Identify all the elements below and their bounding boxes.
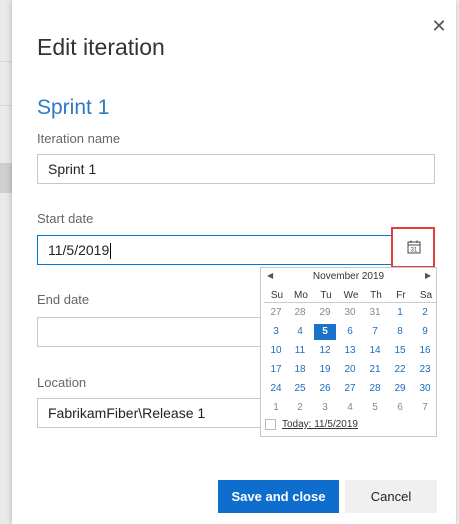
start-date-input[interactable]: 11/5/2019 [37, 235, 393, 265]
location-value: FabrikamFiber\Release 1 [48, 405, 206, 421]
calendar-month-label: November 2019 [312, 271, 385, 282]
weekday-label: Su [270, 290, 284, 301]
calendar-icon: 31 [407, 240, 421, 254]
calendar-day[interactable]: 29 [389, 381, 411, 397]
iteration-name-input[interactable]: Sprint 1 [37, 154, 435, 184]
location-label: Location [37, 375, 87, 390]
today-link[interactable]: Today: 11/5/2019 [282, 419, 358, 430]
calendar-day[interactable]: 20 [339, 362, 361, 378]
weekday-label: Mo [294, 290, 308, 301]
calendar-day[interactable]: 24 [265, 381, 287, 397]
weekday-header-row: Su Mo Tu We Th Fr Sa [264, 288, 436, 303]
close-icon[interactable]: ✕ [430, 17, 448, 35]
calendar-day[interactable]: 28 [289, 305, 311, 321]
calendar-day[interactable]: 4 [339, 400, 361, 416]
calendar-day[interactable]: 6 [389, 400, 411, 416]
calendar-day[interactable]: 21 [364, 362, 386, 378]
weekday-label: We [343, 290, 359, 301]
calendar-day[interactable]: 28 [364, 381, 386, 397]
calendar-day[interactable]: 3 [314, 400, 336, 416]
calendar-day[interactable]: 1 [265, 400, 287, 416]
weekday-label: Tu [320, 290, 332, 301]
start-date-value: 11/5/2019 [48, 242, 110, 258]
background-divider [0, 105, 12, 106]
calendar-day[interactable]: 18 [289, 362, 311, 378]
calendar-day[interactable]: 30 [414, 381, 436, 397]
calendar-day[interactable]: 11 [289, 343, 311, 359]
calendar-day-selected[interactable]: 5 [314, 324, 336, 340]
edit-iteration-dialog: ✕ Edit iteration Sprint 1 Iteration name… [12, 0, 456, 524]
calendar-day[interactable]: 9 [414, 324, 436, 340]
weekday-label: Th [370, 290, 382, 301]
save-and-close-button[interactable]: Save and close [218, 480, 339, 513]
start-date-label: Start date [37, 211, 94, 226]
weekday-label: Sa [419, 290, 433, 301]
calendar-day[interactable]: 6 [339, 324, 361, 340]
calendar-day[interactable]: 8 [389, 324, 411, 340]
calendar-day[interactable]: 12 [314, 343, 336, 359]
cancel-button[interactable]: Cancel [345, 480, 437, 513]
calendar-day[interactable]: 29 [314, 305, 336, 321]
text-cursor [110, 243, 112, 260]
calendar-day[interactable]: 13 [339, 343, 361, 359]
calendar-icon-number: 31 [411, 248, 418, 254]
calendar-day[interactable]: 7 [364, 324, 386, 340]
calendar-day[interactable]: 19 [314, 362, 336, 378]
calendar-day[interactable]: 2 [289, 400, 311, 416]
date-picker-popup: ◀ November 2019 ▶ Su Mo Tu We Th Fr Sa 27 28 29 3… [260, 267, 437, 437]
iteration-heading: Sprint 1 [37, 96, 110, 119]
calendar-day[interactable]: 30 [339, 305, 361, 321]
calendar-day[interactable]: 10 [265, 343, 287, 359]
background-block [0, 163, 12, 193]
calendar-picker-button[interactable]: 31 [391, 227, 435, 268]
calendar-day[interactable]: 15 [389, 343, 411, 359]
next-month-icon[interactable]: ▶ [425, 271, 431, 280]
today-checkbox[interactable] [265, 419, 276, 430]
calendar-day[interactable]: 4 [289, 324, 311, 340]
calendar-day[interactable]: 7 [414, 400, 436, 416]
calendar-day[interactable]: 23 [414, 362, 436, 378]
calendar-day[interactable]: 1 [389, 305, 411, 321]
calendar-day[interactable]: 2 [414, 305, 436, 321]
today-row: Today: 11/5/2019 [265, 419, 437, 433]
end-date-label: End date [37, 292, 90, 307]
dialog-title: Edit iteration [37, 34, 165, 60]
calendar-day[interactable]: 25 [289, 381, 311, 397]
calendar-day[interactable]: 26 [314, 381, 336, 397]
calendar-day[interactable]: 14 [364, 343, 386, 359]
calendar-day[interactable]: 3 [265, 324, 287, 340]
weekday-label: Fr [396, 290, 406, 301]
calendar-day[interactable]: 17 [265, 362, 287, 378]
calendar-day[interactable]: 31 [364, 305, 386, 321]
iteration-name-value: Sprint 1 [48, 161, 97, 177]
background-divider [0, 61, 12, 62]
iteration-name-label: Iteration name [37, 131, 121, 146]
calendar-day[interactable]: 22 [389, 362, 411, 378]
calendar-day[interactable]: 5 [364, 400, 386, 416]
calendar-day[interactable]: 27 [265, 305, 287, 321]
background-page [0, 0, 12, 524]
calendar-day[interactable]: 27 [339, 381, 361, 397]
calendar-header: ◀ November 2019 ▶ [261, 270, 436, 284]
calendar-day[interactable]: 16 [414, 343, 436, 359]
